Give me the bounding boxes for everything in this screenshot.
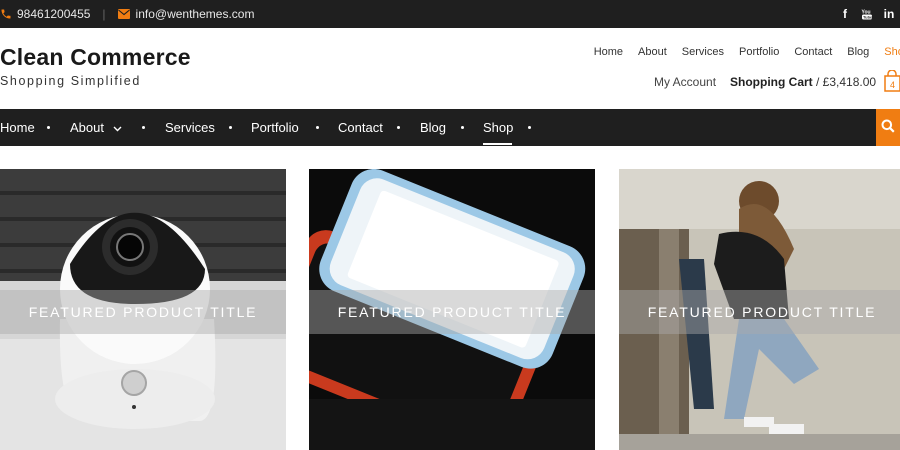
product-card[interactable]: FEATURED PRODUCT TITLE: [619, 169, 900, 450]
header-menu-about[interactable]: About: [638, 46, 667, 58]
linkedin-icon[interactable]: in: [878, 0, 900, 28]
header-menu-home[interactable]: Home: [594, 46, 623, 58]
cart-amount: / £3,418.00: [812, 75, 877, 89]
top-bar: 98461200455 | info@wenthemes.com f You Tu…: [0, 0, 900, 28]
nav-separator: [229, 126, 232, 129]
nav-item-contact[interactable]: Contact: [338, 109, 383, 146]
site-header: Clean Commerce Shopping Simplified Home …: [0, 28, 900, 109]
header-menu-contact[interactable]: Contact: [794, 46, 832, 58]
nav-separator: [47, 126, 50, 129]
nav-item-portfolio[interactable]: Portfolio: [251, 109, 299, 146]
email-address[interactable]: info@wenthemes.com: [136, 7, 255, 21]
nav-item-home[interactable]: Home: [0, 109, 35, 146]
header-menu-blog[interactable]: Blog: [847, 46, 869, 58]
search-icon: [881, 119, 895, 136]
nav-separator: [397, 126, 400, 129]
nav-separator: [142, 126, 145, 129]
cart-icon[interactable]: 4: [884, 69, 900, 92]
facebook-icon[interactable]: f: [834, 0, 856, 28]
social-links: f You Tube in: [834, 0, 900, 28]
contact-divider: |: [102, 7, 106, 21]
nav-item-services[interactable]: Services: [165, 109, 215, 146]
main-navigation: Home About Services Portfolio Contact Bl…: [0, 109, 900, 146]
search-button[interactable]: [876, 109, 900, 146]
shopping-cart-link[interactable]: Shopping Cart / £3,418.00: [730, 75, 876, 89]
nav-separator: [316, 126, 319, 129]
nav-item-blog[interactable]: Blog: [420, 109, 446, 146]
mail-icon: [117, 9, 130, 19]
chevron-down-icon: [113, 109, 122, 146]
product-title-band: FEATURED PRODUCT TITLE: [309, 290, 595, 334]
nav-separator: [528, 126, 531, 129]
youtube-icon[interactable]: You Tube: [856, 0, 878, 28]
product-card[interactable]: FEATURED PRODUCT TITLE: [309, 169, 595, 450]
header-menu: Home About Services Portfolio Contact Bl…: [579, 46, 900, 58]
product-card[interactable]: FEATURED PRODUCT TITLE: [0, 169, 286, 450]
product-title[interactable]: FEATURED PRODUCT TITLE: [29, 304, 258, 320]
header-menu-portfolio[interactable]: Portfolio: [739, 46, 779, 58]
active-nav-indicator: [483, 143, 512, 145]
product-title[interactable]: FEATURED PRODUCT TITLE: [648, 304, 877, 320]
nav-item-shop[interactable]: Shop: [483, 109, 513, 146]
svg-text:Tube: Tube: [863, 15, 873, 20]
cart-count: 4: [890, 80, 895, 90]
site-tagline: Shopping Simplified: [0, 74, 141, 88]
header-menu-shop[interactable]: Shop: [884, 46, 900, 58]
my-account-link[interactable]: My Account: [654, 75, 716, 89]
nav-separator: [461, 126, 464, 129]
product-title-band: FEATURED PRODUCT TITLE: [619, 290, 900, 334]
phone-icon: [0, 8, 12, 20]
site-title[interactable]: Clean Commerce: [0, 44, 191, 71]
phone-number[interactable]: 98461200455: [17, 7, 90, 21]
cart-label: Shopping Cart: [730, 75, 813, 89]
nav-item-about[interactable]: About: [70, 109, 122, 146]
product-title[interactable]: FEATURED PRODUCT TITLE: [338, 304, 567, 320]
header-menu-services[interactable]: Services: [682, 46, 724, 58]
contact-info: 98461200455 | info@wenthemes.com: [0, 0, 254, 28]
nav-item-about-label: About: [70, 120, 104, 135]
product-title-band: FEATURED PRODUCT TITLE: [0, 290, 286, 334]
